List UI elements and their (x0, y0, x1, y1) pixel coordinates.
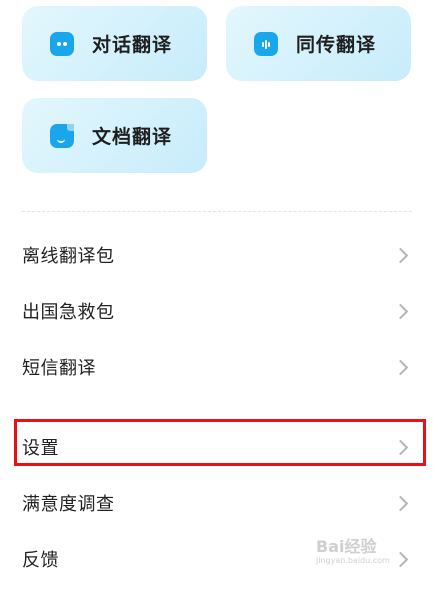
dialog-translate-button[interactable]: 对话翻译 (22, 6, 207, 81)
menu-item-label: 满意度调查 (22, 494, 115, 515)
chevron-right-icon (392, 247, 409, 263)
document-translate-label: 文档翻译 (92, 126, 173, 148)
simultaneous-translate-button[interactable]: 同传翻译 (226, 6, 411, 81)
watermark: Bai经验 jingyan.baidu.com (316, 538, 390, 566)
menu-item-sms-translate[interactable]: 短信翻译 (22, 341, 412, 393)
section-divider (22, 211, 412, 212)
watermark-url: jingyan.baidu.com (316, 556, 390, 565)
waveform-icon (254, 31, 278, 56)
chevron-right-icon (392, 551, 409, 567)
menu-item-label: 反馈 (22, 550, 59, 571)
chevron-right-icon (392, 495, 409, 511)
chevron-right-icon (392, 303, 409, 319)
menu-item-label: 离线翻译包 (22, 246, 115, 267)
menu-item-label: 出国急救包 (22, 302, 115, 323)
settings-highlight-box (14, 419, 426, 466)
menu-item-emergency-kit[interactable]: 出国急救包 (22, 285, 412, 337)
chat-bubble-icon (50, 31, 74, 56)
menu-item-satisfaction-survey[interactable]: 满意度调查 (22, 477, 412, 529)
chevron-right-icon (392, 359, 409, 375)
watermark-brand: Bai经验 (316, 537, 377, 556)
simultaneous-translate-label: 同传翻译 (296, 34, 377, 56)
document-translate-button[interactable]: 文档翻译 (22, 98, 207, 173)
menu-item-label: 短信翻译 (22, 358, 96, 379)
menu-item-offline-package[interactable]: 离线翻译包 (22, 229, 412, 281)
dialog-translate-label: 对话翻译 (92, 34, 173, 56)
document-icon (50, 123, 74, 148)
